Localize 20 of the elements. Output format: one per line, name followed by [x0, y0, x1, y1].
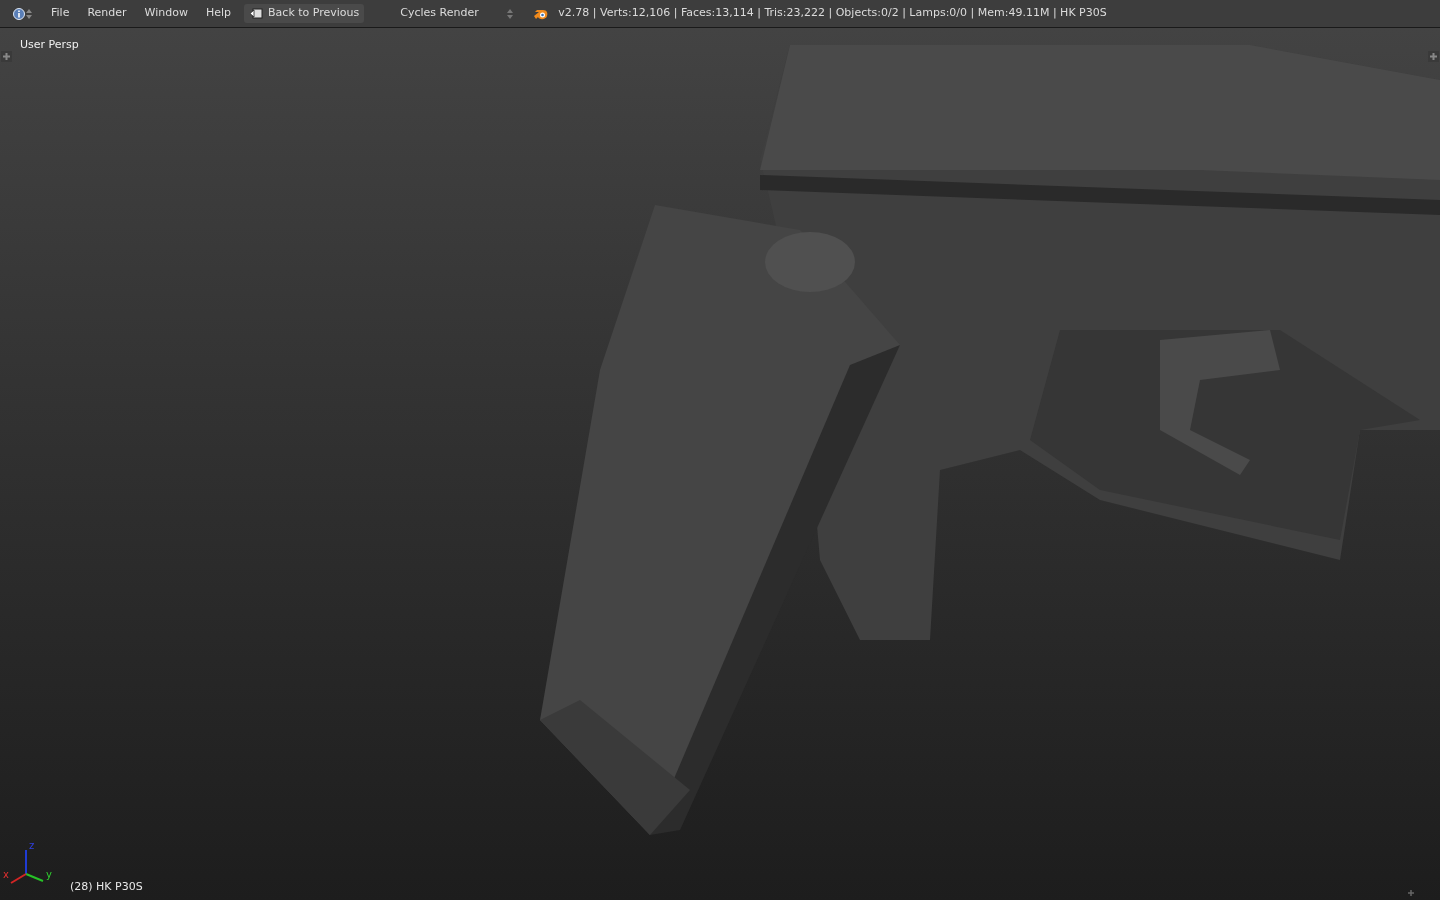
- plus-icon[interactable]: [1407, 889, 1415, 897]
- plus-icon[interactable]: [1428, 51, 1439, 62]
- axis-label: z: [29, 841, 35, 851]
- active-object-label: (28) HK P30S: [70, 879, 143, 895]
- info-icon: [13, 7, 25, 20]
- render-engine-dropdown[interactable]: Cycles Render: [386, 3, 517, 24]
- updown-arrows-icon: [26, 7, 32, 20]
- view-name-label: User Persp: [20, 37, 79, 53]
- menu-item[interactable]: File: [42, 3, 79, 24]
- plus-icon[interactable]: [1, 51, 12, 62]
- menu-item[interactable]: Window: [135, 3, 197, 24]
- menu-item[interactable]: Help: [196, 3, 241, 24]
- scene-statistics: v2.78 | Verts:12,106 | Faces:13,114 | Tris:23,222 | Objects:0/2 | Lamps:0/0 | Mem:49.11M | HK P30S: [558, 5, 1107, 22]
- menu-item[interactable]: Render: [78, 3, 136, 24]
- info-editor-button[interactable]: [13, 7, 32, 20]
- axis-label: x: [3, 870, 9, 880]
- back-to-previous-button[interactable]: Back to Previous: [244, 4, 365, 23]
- axis-label: y: [46, 870, 52, 880]
- render-engine-label: Cycles Render: [400, 5, 479, 22]
- updown-arrows-icon: [507, 7, 514, 20]
